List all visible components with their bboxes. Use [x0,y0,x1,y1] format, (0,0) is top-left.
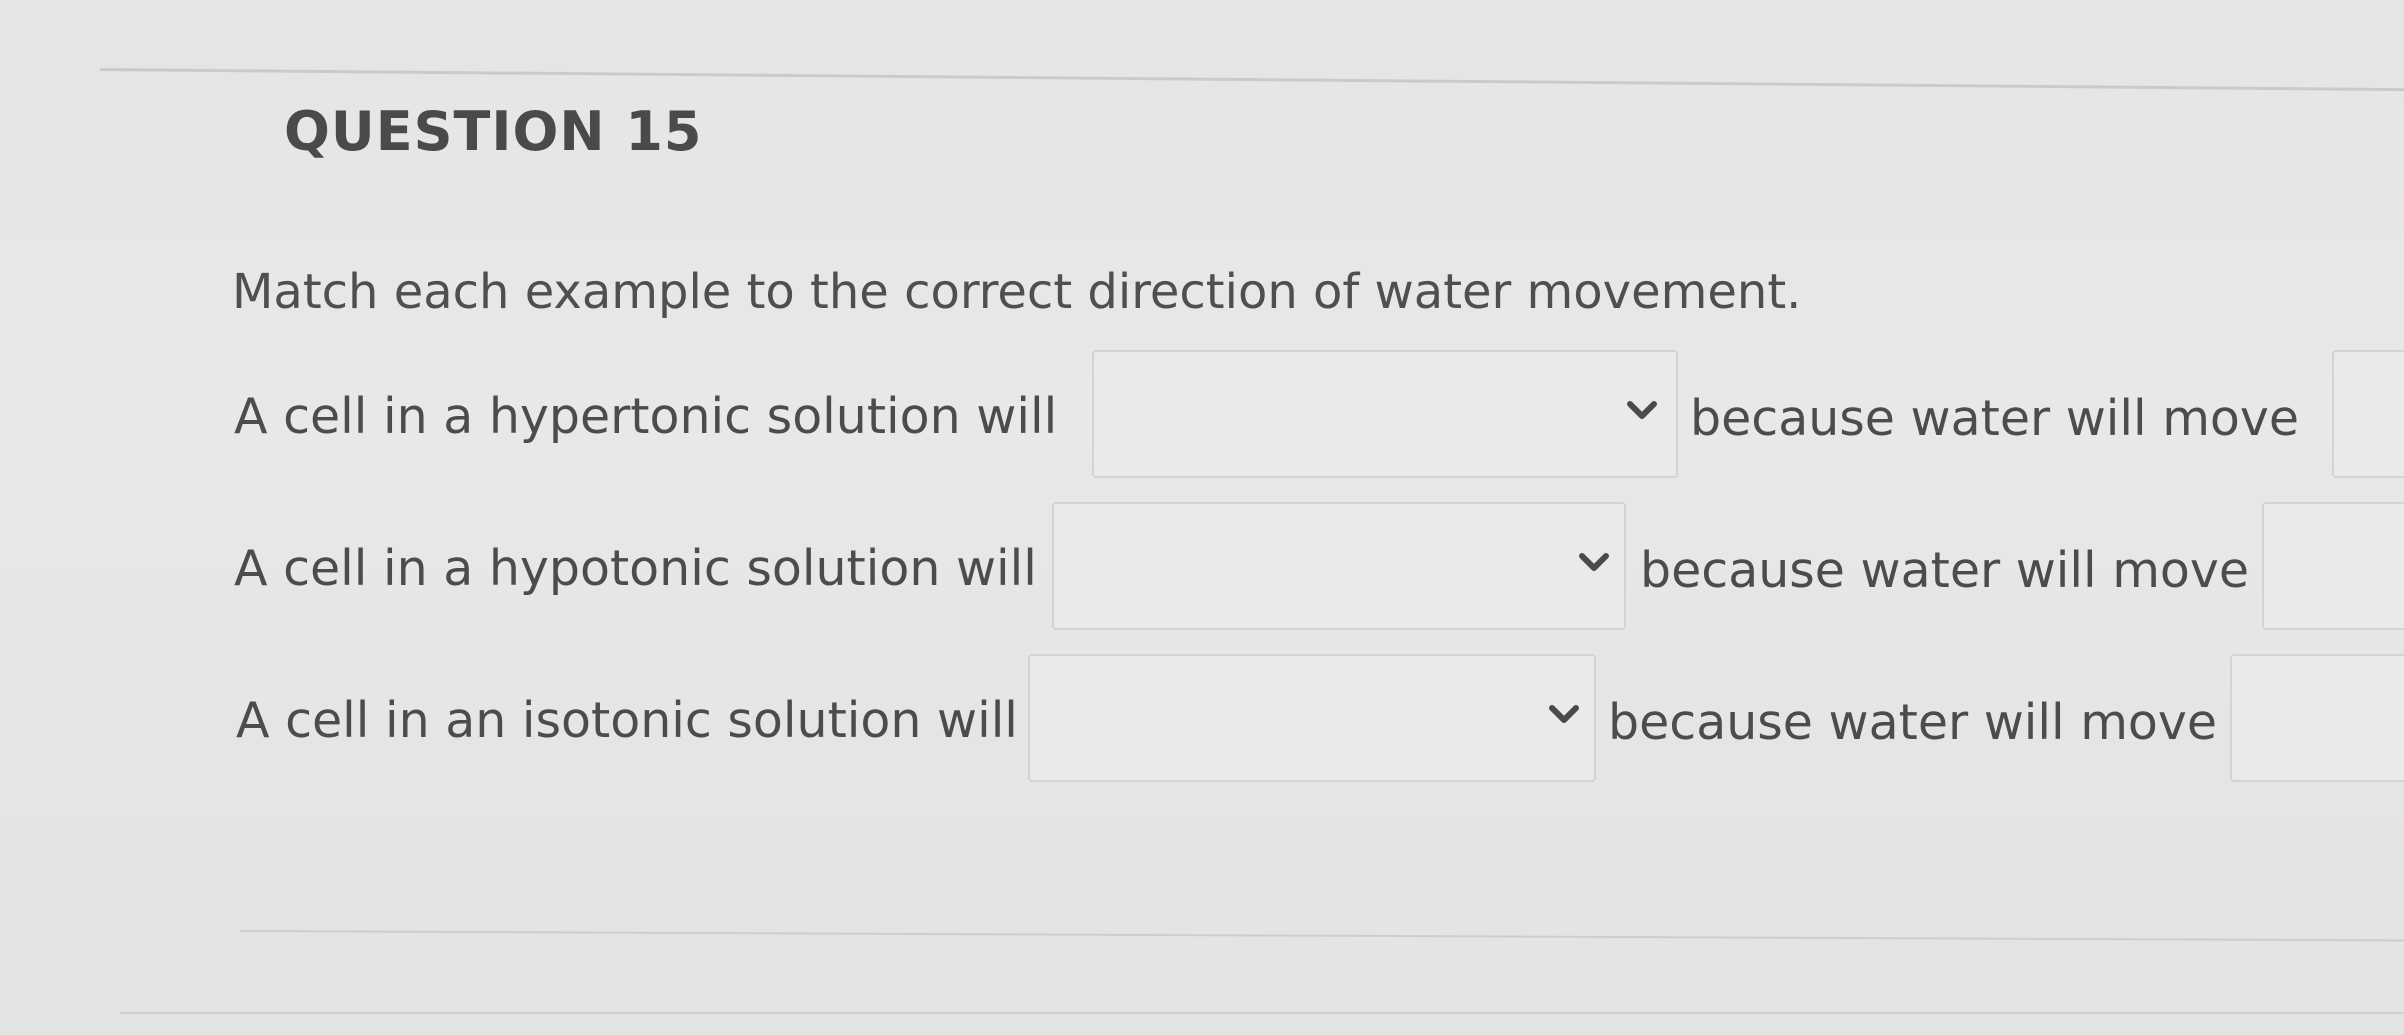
bottom-divider [239,930,2404,942]
match-row-hypertonic: A cell in a hypertonic solution will bec… [0,350,2404,480]
chevron-down-icon[interactable] [1578,550,1610,574]
row-prompt: A cell in an isotonic solution will [236,692,1018,749]
match-row-isotonic: A cell in an isotonic solution will beca… [0,654,2404,784]
because-label: because water will move [1608,694,2218,751]
top-divider [99,68,2404,92]
because-label: because water will move [1690,390,2300,447]
row-prompt: A cell in a hypotonic solution will [234,540,1037,597]
water-direction-select[interactable] [2262,502,2404,630]
direction-select[interactable] [1092,350,1678,478]
chevron-down-icon[interactable] [1548,702,1580,726]
question-panel: QUESTION 15 Match each example to the co… [0,0,2404,1035]
water-direction-select[interactable] [2230,654,2404,782]
water-direction-select[interactable] [2332,350,2404,478]
direction-select[interactable] [1028,654,1596,782]
chevron-down-icon[interactable] [1626,398,1658,422]
because-label: because water will move [1640,542,2250,599]
bottom-divider [120,1012,2404,1014]
direction-select[interactable] [1052,502,1626,630]
match-row-hypotonic: A cell in a hypotonic solution will beca… [0,502,2404,632]
row-prompt: A cell in a hypertonic solution will [234,388,1058,445]
question-instruction: Match each example to the correct direct… [232,264,1802,320]
question-title: QUESTION 15 [284,100,703,163]
